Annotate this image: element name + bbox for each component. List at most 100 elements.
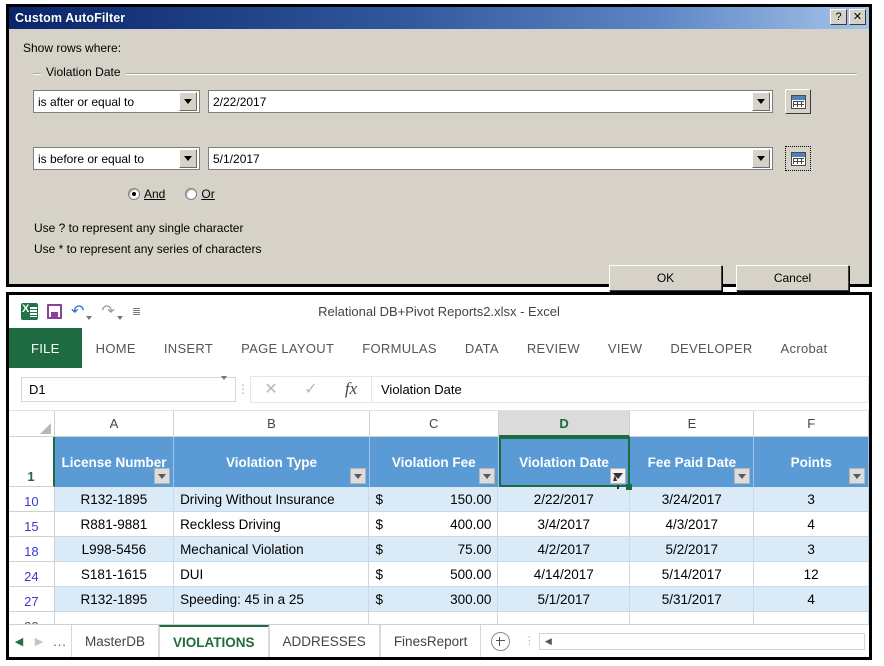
filter-dropdown-a[interactable] xyxy=(154,468,171,484)
cell-violation-date[interactable]: 5/1/2017 xyxy=(498,587,631,612)
redo-button[interactable]: ↷ xyxy=(101,303,123,320)
column-header-c[interactable]: C xyxy=(369,411,499,437)
table-row[interactable]: 18 L998-5456 Mechanical Violation $ 75.0… xyxy=(9,537,869,562)
sheet-tab-violations[interactable]: VIOLATIONS xyxy=(159,625,269,657)
row-number-1[interactable]: 1 xyxy=(9,437,55,487)
cell-violation-fee[interactable]: $ 75.00 xyxy=(369,537,499,562)
radio-and-dot[interactable] xyxy=(128,188,140,200)
tab-data[interactable]: DATA xyxy=(451,328,513,368)
cancel-button[interactable]: Cancel xyxy=(736,265,849,291)
undo-button[interactable]: ↶ xyxy=(71,303,93,320)
date-picker-button-2[interactable] xyxy=(785,146,811,171)
table-row[interactable]: 27 R132-1895 Speeding: 45 in a 25 $ 300.… xyxy=(9,587,869,612)
cell-fee-paid-date[interactable]: 5/31/2017 xyxy=(630,587,755,612)
tab-developer[interactable]: DEVELOPER xyxy=(656,328,766,368)
table-header-license-number[interactable]: License Number xyxy=(54,437,175,487)
cell-violation-date[interactable]: 4/14/2017 xyxy=(498,562,631,587)
ok-button[interactable]: OK xyxy=(609,265,722,291)
chevron-down-icon[interactable] xyxy=(220,376,235,398)
cell-license-number[interactable]: R132-1895 xyxy=(54,487,175,512)
formula-input[interactable]: Violation Date xyxy=(371,375,869,403)
operator-dropdown-2[interactable]: is before or equal to xyxy=(33,147,200,170)
column-header-a[interactable]: A xyxy=(54,411,175,437)
chevron-down-icon[interactable] xyxy=(752,149,770,168)
cell-license-number[interactable]: L998-5456 xyxy=(54,537,175,562)
row-number[interactable]: 24 xyxy=(9,562,55,587)
cell-violation-type[interactable]: Speeding: 45 in a 25 xyxy=(174,587,370,612)
tab-formulas[interactable]: FORMULAS xyxy=(348,328,451,368)
cell-violation-type[interactable]: DUI xyxy=(174,562,370,587)
column-header-b[interactable]: B xyxy=(174,411,370,437)
tab-home[interactable]: HOME xyxy=(82,328,150,368)
row-number[interactable]: 10 xyxy=(9,487,55,512)
next-sheet-icon[interactable]: ▶ xyxy=(29,635,49,648)
name-box[interactable]: D1 xyxy=(21,376,236,402)
cell-violation-fee[interactable]: $ 400.00 xyxy=(369,512,499,537)
value-combobox-1[interactable]: 2/22/2017 xyxy=(208,90,773,113)
chevron-down-icon[interactable] xyxy=(179,149,197,168)
row-number[interactable]: 15 xyxy=(9,512,55,537)
cell-violation-fee[interactable]: $ 300.00 xyxy=(369,587,499,612)
cell-points[interactable]: 4 xyxy=(754,587,869,612)
chevron-down-icon[interactable] xyxy=(752,92,770,111)
sheet-tab-finesreport[interactable]: FinesReport xyxy=(379,625,482,657)
cell-fee-paid-date[interactable]: 3/24/2017 xyxy=(630,487,755,512)
tab-view[interactable]: VIEW xyxy=(594,328,656,368)
sheet-tab-masterdb[interactable]: MasterDB xyxy=(71,625,160,657)
date-picker-button-1[interactable] xyxy=(785,89,811,114)
operator-dropdown-1[interactable]: is after or equal to xyxy=(33,90,200,113)
filter-dropdown-b[interactable] xyxy=(349,468,366,484)
cell-violation-fee[interactable]: $ 150.00 xyxy=(369,487,499,512)
value-combobox-2[interactable]: 5/1/2017 xyxy=(208,147,773,170)
column-header-e[interactable]: E xyxy=(630,411,755,437)
filter-dropdown-f[interactable] xyxy=(849,468,865,484)
sheet-tab-addresses[interactable]: ADDRESSES xyxy=(268,625,380,657)
dialog-title-bar[interactable]: Custom AutoFilter ? ✕ xyxy=(9,7,869,29)
cell-points[interactable]: 3 xyxy=(754,537,869,562)
cell-fee-paid-date[interactable]: 5/14/2017 xyxy=(630,562,755,587)
cell-violation-type[interactable]: Driving Without Insurance xyxy=(174,487,370,512)
help-button[interactable]: ? xyxy=(830,9,847,25)
cell-violation-fee[interactable]: $ 500.00 xyxy=(369,562,499,587)
cell-license-number[interactable]: R132-1895 xyxy=(54,587,175,612)
tab-review[interactable]: REVIEW xyxy=(513,328,594,368)
table-header-points[interactable]: Points xyxy=(754,437,869,487)
previous-sheet-icon[interactable]: ◀ xyxy=(9,635,29,648)
radio-or[interactable]: Or xyxy=(185,187,215,201)
sheet-overflow-icon[interactable]: ... xyxy=(49,634,71,649)
enter-check-icon[interactable]: ✓ xyxy=(291,379,331,399)
close-icon[interactable]: ✕ xyxy=(849,9,866,25)
cell-violation-type[interactable]: Mechanical Violation xyxy=(174,537,370,562)
insert-function-icon[interactable]: fx xyxy=(331,379,371,399)
tab-file[interactable]: FILE xyxy=(9,328,82,368)
column-header-d[interactable]: D xyxy=(498,411,631,437)
cell-license-number[interactable]: S181-1615 xyxy=(54,562,175,587)
row-number[interactable]: 18 xyxy=(9,537,55,562)
cell-points[interactable]: 3 xyxy=(754,487,869,512)
cell-fee-paid-date[interactable]: 4/3/2017 xyxy=(630,512,755,537)
table-row[interactable]: 24 S181-1615 DUI $ 500.00 4/14/2017 5/14… xyxy=(9,562,869,587)
cell-violation-type[interactable]: Reckless Driving xyxy=(174,512,370,537)
table-header-violation-fee[interactable]: Violation Fee xyxy=(369,437,499,487)
add-sheet-icon[interactable] xyxy=(481,631,519,651)
column-header-f[interactable]: F xyxy=(754,411,869,437)
undo-arrow-icon[interactable]: ↶ xyxy=(71,303,84,320)
cell-violation-date[interactable]: 3/4/2017 xyxy=(498,512,631,537)
cell-points[interactable]: 4 xyxy=(754,512,869,537)
cell-violation-date[interactable]: 2/22/2017 xyxy=(498,487,631,512)
cell-license-number[interactable]: R881-9881 xyxy=(54,512,175,537)
table-row[interactable]: 15 R881-9881 Reckless Driving $ 400.00 3… xyxy=(9,512,869,537)
select-all-corner[interactable] xyxy=(9,411,55,437)
table-header-fee-paid-date[interactable]: Fee Paid Date xyxy=(630,437,755,487)
cell-violation-date[interactable]: 4/2/2017 xyxy=(498,537,631,562)
cancel-x-icon[interactable]: ✕ xyxy=(251,379,291,399)
tab-page-layout[interactable]: PAGE LAYOUT xyxy=(227,328,348,368)
tab-split-handle[interactable]: ⋮ xyxy=(519,635,539,646)
scroll-left-icon[interactable]: ◀ xyxy=(540,636,556,647)
filter-dropdown-e[interactable] xyxy=(734,468,751,484)
table-header-violation-date[interactable]: Violation Date xyxy=(498,437,633,490)
radio-and[interactable]: And xyxy=(128,187,165,201)
cell-fee-paid-date[interactable]: 5/2/2017 xyxy=(630,537,755,562)
table-header-violation-type[interactable]: Violation Type xyxy=(174,437,370,487)
horizontal-scrollbar[interactable]: ◀ xyxy=(539,632,865,650)
